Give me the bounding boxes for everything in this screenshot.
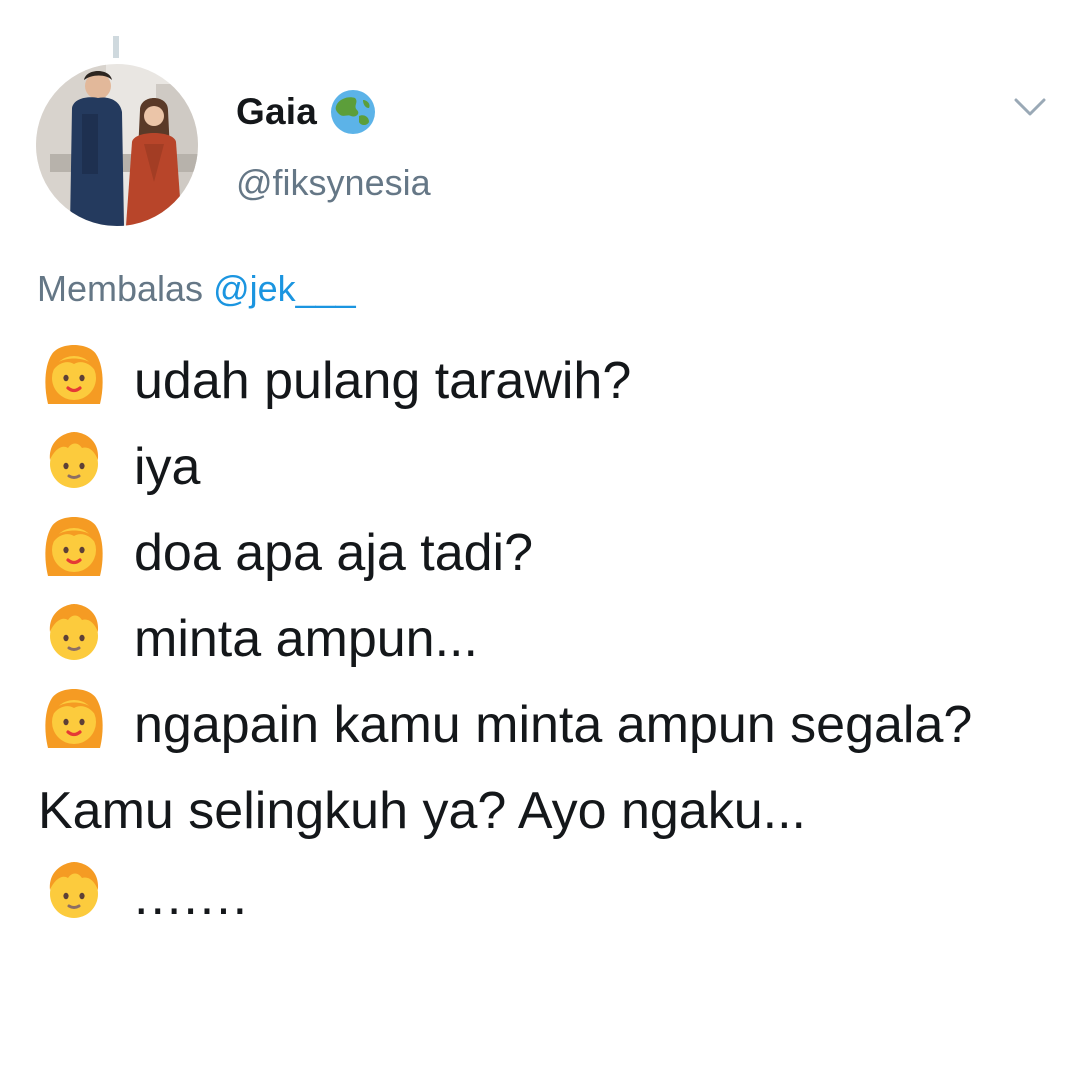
dialog-line: ....... [38, 854, 1048, 940]
reply-mention-link[interactable]: @jek___ [213, 268, 356, 309]
dialog-line-text: doa apa aja tadi? [134, 524, 534, 582]
author-display-name[interactable]: Gaia [236, 91, 317, 133]
dialog-line-text: ....... [134, 868, 250, 926]
tweet-text: udah pulang tarawih? iya doa apa aja tad… [38, 338, 1048, 940]
dialog-line: ngapain kamu minta ampun segala? Kamu se… [38, 682, 1048, 854]
reply-prefix: Membalas [37, 268, 204, 309]
reply-context: Membalas @jek___ [37, 268, 356, 310]
dialog-line: iya [38, 424, 1048, 510]
thread-connector-line [113, 36, 119, 58]
chevron-down-icon[interactable] [1010, 90, 1050, 126]
boy-emoji-icon [38, 424, 110, 496]
boy-emoji-icon [38, 854, 110, 926]
author-name-row: Gaia [236, 86, 377, 138]
dialog-line-text: iya [134, 438, 201, 496]
girl-emoji-icon [38, 682, 110, 754]
dialog-line-text: udah pulang tarawih? [134, 352, 632, 410]
dialog-line: doa apa aja tadi? [38, 510, 1048, 596]
girl-emoji-icon [38, 338, 110, 410]
dialog-line-text: minta ampun... [134, 610, 478, 668]
dialog-line: minta ampun... [38, 596, 1048, 682]
author-handle[interactable]: @fiksynesia [236, 162, 431, 204]
globe-asia-icon [331, 90, 376, 134]
dialog-line: udah pulang tarawih? [38, 338, 1048, 424]
avatar[interactable] [36, 64, 198, 226]
girl-emoji-icon [38, 510, 110, 582]
dialog-line-text: ngapain kamu minta ampun segala? Kamu se… [38, 696, 973, 840]
boy-emoji-icon [38, 596, 110, 668]
